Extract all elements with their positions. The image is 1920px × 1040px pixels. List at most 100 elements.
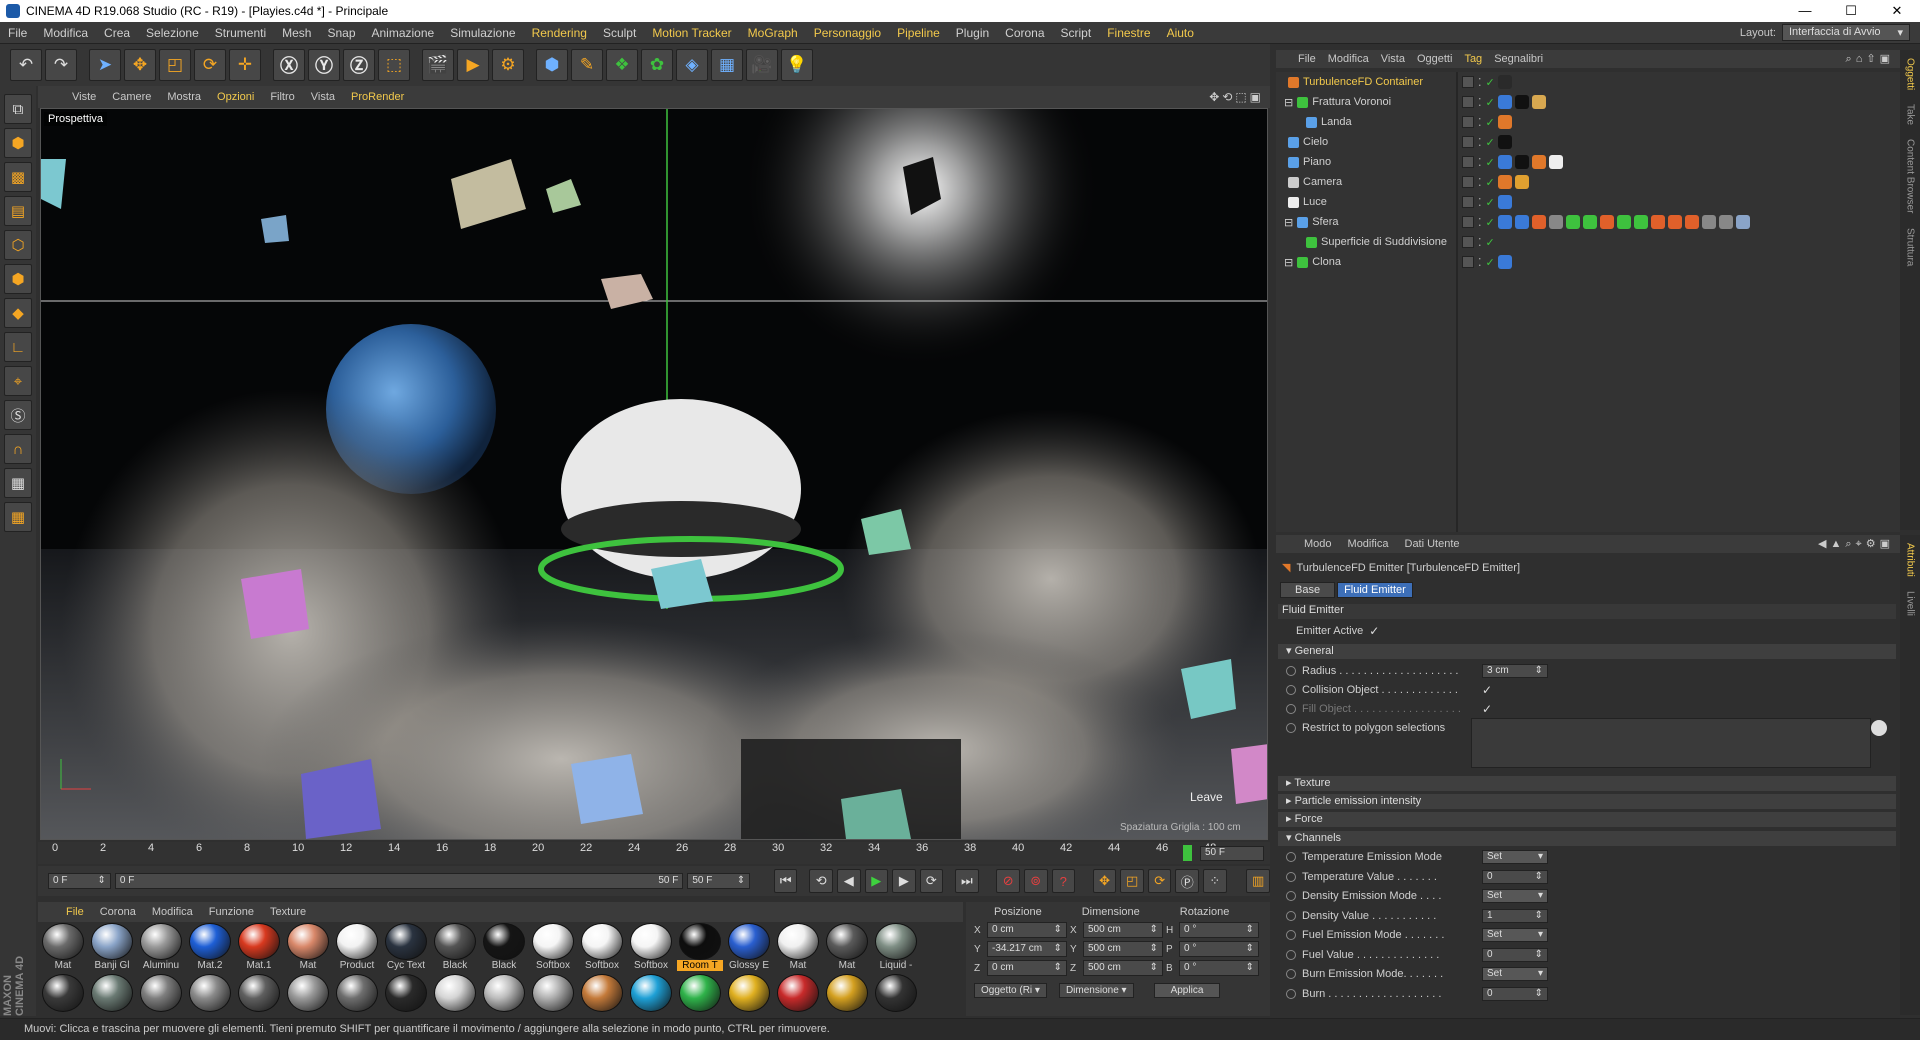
scale-tool-button[interactable]: ◰	[159, 49, 191, 81]
size-field[interactable]: 500 cm ⇕	[1083, 941, 1163, 957]
viewport-menu-mostra[interactable]: Mostra	[159, 91, 209, 103]
points-mode-button[interactable]: ⬡	[4, 230, 32, 260]
material-swatch[interactable]	[628, 974, 674, 1022]
material-menu-texture[interactable]: Texture	[262, 906, 314, 918]
polygon-selection-list[interactable]	[1471, 718, 1871, 768]
next-frame-button[interactable]: ▶	[892, 869, 916, 893]
enabled-check-icon[interactable]: ✓	[1486, 256, 1495, 269]
material-swatch[interactable]	[285, 974, 331, 1022]
general-section[interactable]: ▾ General	[1278, 644, 1896, 659]
floor-button[interactable]: ▦	[711, 49, 743, 81]
apply-button[interactable]: Applica	[1153, 983, 1221, 998]
object-row[interactable]: Landa ⁚ ✓	[1276, 112, 1900, 132]
frame-range-slider[interactable]: 0 F 50 F	[114, 873, 684, 889]
menu-file[interactable]: File	[0, 26, 35, 40]
previous-frame-button[interactable]: ◀	[836, 869, 861, 893]
layer-box[interactable]	[1462, 116, 1474, 128]
planar-workplane-button[interactable]: ▦	[4, 502, 32, 532]
animate-dot-icon[interactable]	[1286, 704, 1296, 714]
object-row[interactable]: Camera ⁚ ✓	[1276, 172, 1900, 192]
object-row[interactable]: ⊟ Frattura Voronoi ⁚ ✓	[1276, 92, 1900, 112]
tag-icon[interactable]	[1498, 135, 1512, 149]
menu-personaggio[interactable]: Personaggio	[806, 26, 889, 40]
parameter-checkbox[interactable]: ✓	[1482, 683, 1492, 697]
record-point-level-button[interactable]: ⁘	[1203, 869, 1227, 893]
enabled-check-icon[interactable]: ✓	[1486, 76, 1495, 89]
tag-icon[interactable]	[1651, 215, 1665, 229]
object-row[interactable]: Piano ⁚ ✓	[1276, 152, 1900, 172]
perspective-viewport[interactable]	[40, 108, 1268, 840]
menu-simulazione[interactable]: Simulazione	[442, 26, 523, 40]
expand-icon[interactable]: ⊟	[1284, 256, 1293, 269]
coordinate-system-button[interactable]: ⬚	[378, 49, 410, 81]
coordinate-mode-dropdown[interactable]: Oggetto (Ri ▾	[974, 983, 1047, 998]
material-swatch[interactable]: Mat	[775, 923, 821, 971]
render-picture-viewer-button[interactable]: ▶	[457, 49, 489, 81]
visibility-dots-icon[interactable]: ⁚	[1478, 236, 1482, 249]
enabled-check-icon[interactable]: ✓	[1486, 116, 1495, 129]
material-swatch[interactable]	[432, 974, 478, 1022]
menu-snap[interactable]: Snap	[319, 26, 363, 40]
visibility-dots-icon[interactable]: ⁚	[1478, 156, 1482, 169]
rotate-tool-button[interactable]: ⟳	[194, 49, 226, 81]
material-swatch[interactable]: Product	[334, 923, 380, 971]
tag-icon[interactable]	[1600, 215, 1614, 229]
tag-icon[interactable]	[1515, 215, 1529, 229]
material-swatch[interactable]	[775, 974, 821, 1022]
material-swatch[interactable]	[334, 974, 380, 1022]
visibility-dots-icon[interactable]: ⁚	[1478, 256, 1482, 269]
material-menu-modifica[interactable]: Modifica	[144, 906, 201, 918]
object-row[interactable]: Superficie di Suddivisione ⁚ ✓	[1276, 232, 1900, 252]
enabled-check-icon[interactable]: ✓	[1486, 176, 1495, 189]
tag-icon[interactable]	[1498, 175, 1512, 189]
layer-box[interactable]	[1462, 96, 1474, 108]
animate-dot-icon[interactable]	[1286, 949, 1296, 960]
go-to-end-button[interactable]: ⏭	[955, 869, 979, 893]
visibility-dots-icon[interactable]: ⁚	[1478, 76, 1482, 89]
rotation-field[interactable]: 0 ° ⇕	[1179, 941, 1259, 957]
tab-take[interactable]: Take	[1905, 104, 1916, 125]
enabled-check-icon[interactable]: ✓	[1486, 196, 1495, 209]
channels-section[interactable]: ▾ Channels	[1278, 831, 1896, 846]
end-frame-field[interactable]: 50 F ⇕	[687, 873, 751, 889]
tag-icon[interactable]	[1532, 95, 1546, 109]
attribute-menu-modifica[interactable]: Modifica	[1340, 538, 1397, 550]
tag-icon[interactable]	[1498, 195, 1512, 209]
pick-arrow-icon[interactable]	[1871, 720, 1887, 736]
material-swatch[interactable]: Softbox	[628, 923, 674, 971]
object-menu-vista[interactable]: Vista	[1375, 53, 1411, 65]
tag-icon[interactable]	[1498, 115, 1512, 129]
object-row[interactable]: ⊟ Clona ⁚ ✓	[1276, 252, 1900, 272]
start-frame-field[interactable]: 0 F ⇕	[48, 873, 111, 889]
tag-icon[interactable]	[1549, 215, 1563, 229]
visibility-dots-icon[interactable]: ⁚	[1478, 136, 1482, 149]
x-axis-lock-button[interactable]: Ⓧ	[273, 49, 305, 81]
go-to-start-button[interactable]: ⏮	[773, 869, 798, 893]
material-swatch[interactable]	[383, 974, 429, 1022]
keyframe-selection-button[interactable]: ?	[1051, 869, 1076, 893]
material-swatch[interactable]: Mat.1	[236, 923, 282, 971]
menu-finestre[interactable]: Finestre	[1099, 26, 1158, 40]
layer-box[interactable]	[1462, 256, 1474, 268]
material-menu-file[interactable]: File	[58, 906, 92, 918]
tag-icon[interactable]	[1498, 255, 1512, 269]
material-swatch[interactable]	[138, 974, 184, 1022]
locked-workplane-button[interactable]: ▦	[4, 468, 32, 498]
tab-livelli[interactable]: Livelli	[1905, 591, 1916, 616]
tag-icon[interactable]	[1532, 215, 1546, 229]
expand-icon[interactable]: ⊟	[1284, 216, 1293, 229]
attribute-menu-modo[interactable]: Modo	[1296, 538, 1340, 550]
menu-sculpt[interactable]: Sculpt	[595, 26, 644, 40]
enabled-check-icon[interactable]: ✓	[1486, 136, 1495, 149]
material-swatch[interactable]	[89, 974, 135, 1022]
parameter-number-field[interactable]: 3 cm ⇕	[1482, 664, 1548, 678]
maximize-button[interactable]: ☐	[1828, 3, 1874, 19]
menu-mograph[interactable]: MoGraph	[740, 26, 806, 40]
material-swatch[interactable]: Room T	[677, 923, 723, 971]
recent-tool-button[interactable]: ✛	[229, 49, 261, 81]
menu-strumenti[interactable]: Strumenti	[207, 26, 274, 40]
viewport-menu-vista[interactable]: Vista	[303, 91, 343, 103]
parameter-number-field[interactable]: 0 ⇕	[1482, 869, 1548, 884]
material-swatch[interactable]: Cyc Text	[383, 923, 429, 971]
object-row[interactable]: ⊟ Sfera ⁚ ✓	[1276, 212, 1900, 232]
